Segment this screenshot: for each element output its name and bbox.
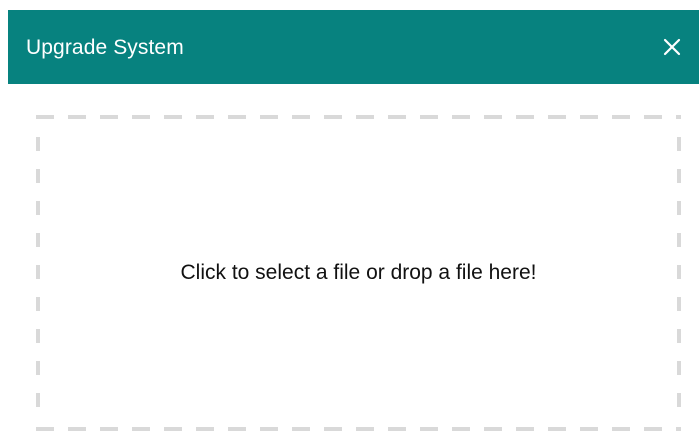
file-drop-zone[interactable]: Click to select a file or drop a file he… [36,115,681,431]
close-icon [663,38,681,56]
dialog-title: Upgrade System [26,35,184,59]
drop-zone-prompt: Click to select a file or drop a file he… [180,261,537,284]
dialog-header: Upgrade System [8,10,699,84]
upgrade-system-dialog: Upgrade System Click to select a file or… [0,0,699,431]
close-button[interactable] [657,32,687,62]
